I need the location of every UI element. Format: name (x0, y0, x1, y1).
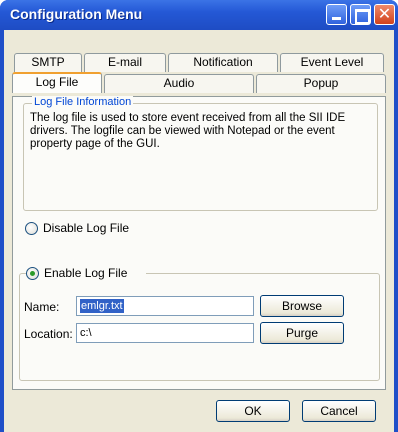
enable-log-label: Enable Log File (44, 266, 128, 280)
minimize-button[interactable] (326, 4, 347, 25)
tab-popup[interactable]: Popup (256, 74, 386, 93)
window-title: Configuration Menu (10, 6, 143, 22)
tab-notification[interactable]: Notification (168, 53, 278, 72)
location-label: Location: (24, 327, 73, 341)
configuration-window: Configuration Menu ✕ SMTP E-mail Notific… (0, 0, 398, 432)
enable-log-file-option[interactable]: Enable Log File (26, 266, 146, 282)
tab-log-file[interactable]: Log File (12, 72, 102, 93)
enable-log-radio[interactable] (26, 267, 39, 280)
maximize-button[interactable] (350, 4, 371, 25)
tab-smtp[interactable]: SMTP (14, 53, 82, 72)
ok-button[interactable]: OK (216, 400, 290, 422)
browse-button[interactable]: Browse (260, 295, 344, 317)
tab-audio[interactable]: Audio (104, 74, 254, 93)
title-bar[interactable]: Configuration Menu ✕ (0, 0, 398, 30)
close-icon: ✕ (377, 6, 392, 23)
tab-event-level[interactable]: Event Level (280, 53, 384, 72)
log-file-info-group: Log File Information The log file is use… (23, 96, 378, 211)
dialog-client-area: SMTP E-mail Notification Event Level Log… (4, 30, 394, 432)
name-label: Name: (24, 300, 60, 314)
purge-button[interactable]: Purge (260, 322, 344, 344)
enable-log-group: Enable Log File Name: emlgr.txt Browse L… (19, 266, 380, 381)
log-file-description: The log file is used to store event rece… (30, 112, 346, 150)
log-file-info-legend: Log File Information (32, 96, 134, 108)
tab-email[interactable]: E-mail (84, 53, 166, 72)
disable-log-radio[interactable] (25, 222, 38, 235)
log-file-panel: Log File Information The log file is use… (12, 96, 386, 390)
name-input[interactable]: emlgr.txt (76, 296, 254, 316)
close-button[interactable]: ✕ (374, 4, 395, 25)
disable-log-label: Disable Log File (43, 221, 130, 235)
name-value: emlgr.txt (80, 299, 124, 313)
location-input[interactable]: c:\ (76, 323, 254, 343)
cancel-button[interactable]: Cancel (302, 400, 376, 422)
